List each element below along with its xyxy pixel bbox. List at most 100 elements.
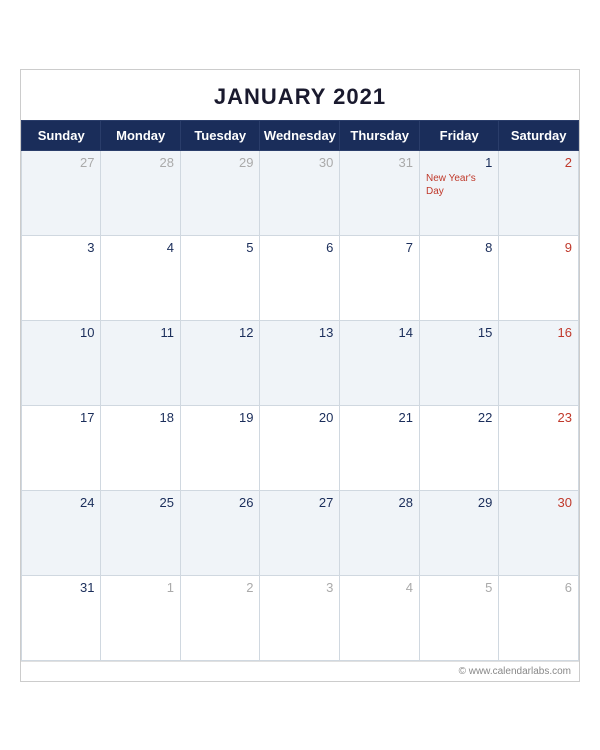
calendar-cell: 9 [499,235,579,320]
day-header-friday: Friday [420,120,499,150]
calendar-cell: 12 [180,320,260,405]
calendar-cell: 17 [22,405,101,490]
day-header-sunday: Sunday [22,120,101,150]
day-number: 14 [346,325,413,340]
day-number: 29 [187,155,254,170]
day-header-thursday: Thursday [340,120,420,150]
calendar-cell: 1 [101,575,181,660]
calendar-cell: 21 [340,405,420,490]
calendar-cell: 27 [260,490,340,575]
calendar-cell: 14 [340,320,420,405]
week-row-2: 3456789 [22,235,579,320]
day-number: 19 [187,410,254,425]
day-header-wednesday: Wednesday [260,120,340,150]
day-number: 27 [28,155,94,170]
day-number: 26 [187,495,254,510]
day-number: 31 [346,155,413,170]
calendar-cell: 15 [420,320,499,405]
week-row-3: 10 11 12 13 14 15 16 [22,320,579,405]
calendar-cell: 28 [101,150,181,235]
calendar-cell: 18 [101,405,181,490]
day-number: 27 [266,495,333,510]
day-header-saturday: Saturday [499,120,579,150]
calendar-cell: 5 [420,575,499,660]
calendar-cell: 13 [260,320,340,405]
day-number: 11 [107,325,174,340]
week-row-5: 24 25 26 27 28 29 30 [22,490,579,575]
day-number: 12 [187,325,254,340]
calendar-cell: 31 [22,575,101,660]
calendar-cell: 22 [420,405,499,490]
calendar-cell: 6 [260,235,340,320]
week-row-4: 17 18 19 20 21 22 23 [22,405,579,490]
day-number: 2 [505,155,572,170]
calendar-cell: 29 [420,490,499,575]
calendar-container: JANUARY 2021 SundayMondayTuesdayWednesda… [20,69,580,682]
day-number: 10 [28,325,94,340]
day-number: 4 [107,240,174,255]
day-number: 30 [505,495,572,510]
calendar-cell: 29 [180,150,260,235]
day-number: 5 [187,240,254,255]
calendar-cell: 25 [101,490,181,575]
calendar-title: JANUARY 2021 [21,70,579,120]
day-header-tuesday: Tuesday [180,120,260,150]
day-number: 1 [107,580,174,595]
day-number: 3 [266,580,333,595]
day-header-monday: Monday [101,120,181,150]
calendar-cell: 2 [180,575,260,660]
day-number: 28 [107,155,174,170]
calendar-cell: 8 [420,235,499,320]
day-number: 6 [266,240,333,255]
calendar-cell: 26 [180,490,260,575]
week-row-1: 27 28 29 30 31 1 New Year's Day 2 [22,150,579,235]
holiday-label: New Year's Day [426,172,492,198]
calendar-cell: 1 New Year's Day [420,150,499,235]
calendar-cell: 11 [101,320,181,405]
calendar-cell: 4 [101,235,181,320]
calendar-cell: 3 [260,575,340,660]
calendar-cell: 4 [340,575,420,660]
day-number: 29 [426,495,492,510]
day-number: 21 [346,410,413,425]
calendar-grid: SundayMondayTuesdayWednesdayThursdayFrid… [21,120,579,661]
calendar-cell: 27 [22,150,101,235]
day-number: 4 [346,580,413,595]
day-number: 23 [505,410,572,425]
day-number: 13 [266,325,333,340]
day-number: 2 [187,580,254,595]
calendar-cell: 23 [499,405,579,490]
day-number: 3 [28,240,94,255]
day-number: 18 [107,410,174,425]
day-number: 25 [107,495,174,510]
day-number: 1 [426,155,492,170]
calendar-cell: 20 [260,405,340,490]
day-number: 28 [346,495,413,510]
calendar-cell: 6 [499,575,579,660]
calendar-cell: 5 [180,235,260,320]
calendar-cell: 24 [22,490,101,575]
day-number: 20 [266,410,333,425]
calendar-cell: 2 [499,150,579,235]
day-number: 5 [426,580,492,595]
day-number: 24 [28,495,94,510]
calendar-cell: 3 [22,235,101,320]
calendar-cell: 16 [499,320,579,405]
calendar-cell: 30 [260,150,340,235]
day-number: 30 [266,155,333,170]
calendar-cell: 30 [499,490,579,575]
day-headers-row: SundayMondayTuesdayWednesdayThursdayFrid… [22,120,579,150]
day-number: 16 [505,325,572,340]
calendar-cell: 10 [22,320,101,405]
day-number: 17 [28,410,94,425]
day-number: 8 [426,240,492,255]
day-number: 6 [505,580,572,595]
day-number: 7 [346,240,413,255]
calendar-cell: 19 [180,405,260,490]
day-number: 9 [505,240,572,255]
day-number: 22 [426,410,492,425]
calendar-footer: © www.calendarlabs.com [21,661,579,681]
calendar-cell: 7 [340,235,420,320]
day-number: 15 [426,325,492,340]
day-number: 31 [28,580,94,595]
